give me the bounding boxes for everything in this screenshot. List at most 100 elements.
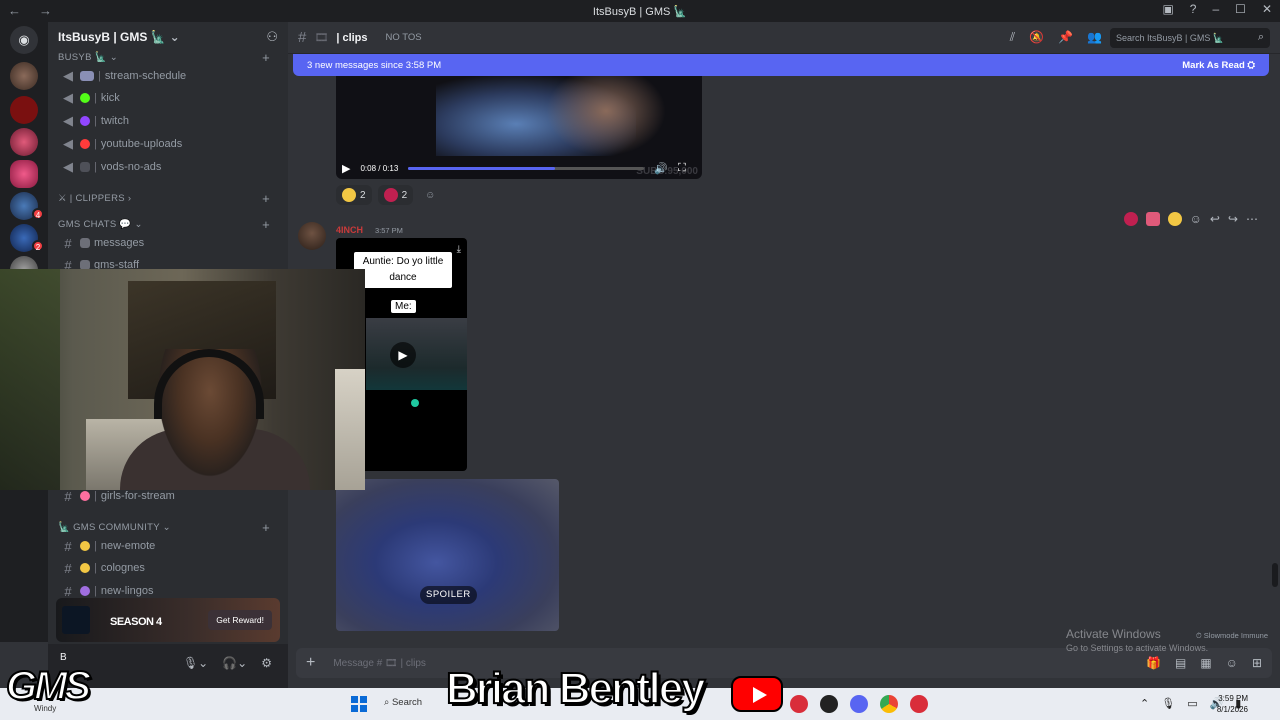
new-messages-banner[interactable]: 3 new messages since 3:58 PM Mark As Rea… [293,54,1269,76]
discord-home-icon[interactable]: ◉ [10,26,38,54]
app-icon[interactable] [820,695,838,713]
announcement-icon: ◀ [63,113,73,128]
more-options-icon[interactable]: ⋯ [1246,212,1258,226]
threads-icon[interactable]: ⫽ [1010,30,1015,45]
app-icon[interactable] [910,695,928,713]
close-button[interactable]: ✕ [1262,2,1272,16]
settings-gear-icon[interactable]: ⚙ [261,656,272,670]
category-clippers[interactable]: ⚔ | CLIPPERS › + [58,191,280,206]
taskbar-clock[interactable]: 3:59 PM 8/1/2026 [1217,693,1248,715]
channel-twitch[interactable]: ◀ | twitch [58,111,280,131]
maximize-button[interactable]: ☐ [1235,2,1246,16]
video-seek-bar[interactable] [408,166,645,170]
volume-icon[interactable]: 🔊 [654,162,668,175]
server-icon-inferno[interactable] [10,96,38,124]
voice-controls: 🎙⌄ 🎧⌄ ⚙ [183,656,272,670]
microphone-icon[interactable]: 🎙⌄ [183,656,208,670]
video-caption: Me: [391,300,416,313]
spoiler-image[interactable]: SPOILER [336,479,559,631]
windows-start-icon[interactable] [351,696,367,712]
clock-time: 3:59 PM [1218,694,1248,703]
forward-icon[interactable]: ↪ [1228,212,1238,226]
add-channel-icon[interactable]: + [262,217,270,232]
channel-youtube-uploads[interactable]: ◀ | youtube-uploads [58,134,280,154]
discord-app-icon[interactable] [850,695,868,713]
reaction-laugh[interactable]: 2 [336,185,372,205]
webcam-plants [0,269,60,490]
add-channel-icon[interactable]: + [262,520,270,535]
avatar[interactable] [298,222,326,250]
category-gms-community[interactable]: 🗽 GMS COMMUNITY ⌄ + [58,520,280,535]
video-frame-highlight [546,76,666,156]
minimize-button[interactable]: – [1212,2,1219,16]
taskbar-search[interactable]: ⌕ Search [384,697,422,708]
channel-new-emote[interactable]: # | new-emote [58,536,280,556]
quick-reaction-icon[interactable] [1167,212,1182,226]
chrome-app-icon[interactable] [880,695,898,713]
help-icon[interactable]: ? [1190,2,1197,16]
microphone-icon[interactable]: 🎙 [1161,697,1175,710]
category-busyb[interactable]: BUSYB 🗽 ⌄ + [58,50,280,65]
reaction-custom[interactable]: 2 [377,185,414,205]
quick-reaction-icon[interactable] [1123,212,1138,226]
fullscreen-icon[interactable]: ⛶ [678,162,686,175]
add-channel-icon[interactable]: + [262,50,270,65]
emoji-icon[interactable]: ☺ [1226,656,1238,670]
sticker-icon[interactable]: ▦ [1200,656,1211,670]
hash-icon: # [298,29,307,46]
channel-stream-schedule[interactable]: ◀ | stream-schedule [58,66,280,86]
apps-icon[interactable]: ⊞ [1252,656,1262,670]
pin-icon[interactable]: 📌 [1058,30,1073,45]
hash-icon: # [64,583,72,599]
promo-card[interactable]: SEASON 4 Get Reward! [56,598,280,642]
channel-messages[interactable]: # messages [58,233,280,253]
hash-icon: # [64,235,72,251]
play-icon[interactable]: ▶ [342,162,350,175]
member-list-icon[interactable]: 👥 [1087,30,1102,45]
scrollbar-thumb[interactable] [1272,563,1278,587]
message-author[interactable]: 4INCH [336,225,363,235]
inbox-icon[interactable]: ▣ [1162,2,1173,16]
unread-badge: 2 [32,240,44,252]
search-input[interactable]: Search ItsBusyB | GMS 🗽 ⌕ [1110,28,1270,48]
server-icon-gms[interactable] [10,160,38,188]
username[interactable]: B [60,652,67,663]
window-controls: ▣ ? – ☐ ✕ [1162,2,1272,16]
add-reaction-icon[interactable]: ☺ [1190,212,1202,226]
server-header[interactable]: ItsBusyB | GMS 🗽 ⌄ ⚇ [48,22,288,52]
play-icon[interactable]: ▶ [390,342,416,368]
add-attachment-icon[interactable]: + [306,654,315,672]
slowmode-indicator: ⏱ Slowmode Immune [1195,631,1268,640]
quick-reaction-icon[interactable] [1145,212,1160,226]
mark-as-read-label: Mark As Read [1182,59,1245,71]
channel-label: messages [94,237,145,249]
channel-colognes[interactable]: # | colognes [58,558,280,578]
reaction-count: 2 [401,189,408,201]
category-label: | CLIPPERS [69,193,125,204]
get-reward-button[interactable]: Get Reward! [208,610,272,630]
category-gms-chats[interactable]: GMS CHATS 💬 ⌄ + [58,217,280,232]
app-icon[interactable] [790,695,808,713]
video-time: 0:08 / 0:13 [360,163,399,173]
reply-icon[interactable]: ↩ [1210,212,1220,226]
video-embed[interactable]: SUBS:95,000 ▶ 0:08 / 0:13 🔊 ⛶ [336,76,702,179]
add-channel-icon[interactable]: + [262,191,270,206]
download-icon[interactable]: ⤓ [457,244,461,255]
add-reaction-button[interactable]: ☺ [419,185,441,205]
channel-vods-no-ads[interactable]: ◀ | vods-no-ads [58,157,280,177]
server-icon-1[interactable] [10,62,38,90]
gif-icon[interactable]: ▤ [1175,656,1186,670]
add-member-icon[interactable]: ⚇ [266,29,278,45]
hash-icon: # [64,538,72,554]
category-label: BUSYB 🗽 [58,52,107,63]
hand-emoji-icon [80,563,90,573]
headphones-icon[interactable]: 🎧⌄ [222,656,247,670]
gift-icon[interactable]: 🎁 [1146,656,1161,670]
server-icon-3[interactable] [10,128,38,156]
mute-bell-icon[interactable]: 🔕 [1029,30,1044,45]
network-icon[interactable]: ▭ [1187,697,1197,710]
mark-as-read-button[interactable]: Mark As Read ⛭ [1182,60,1255,71]
chevron-up-icon[interactable]: ⌃ [1140,697,1149,710]
channel-kick[interactable]: ◀ | kick [58,88,280,108]
spoiler-label: SPOILER [420,586,477,604]
